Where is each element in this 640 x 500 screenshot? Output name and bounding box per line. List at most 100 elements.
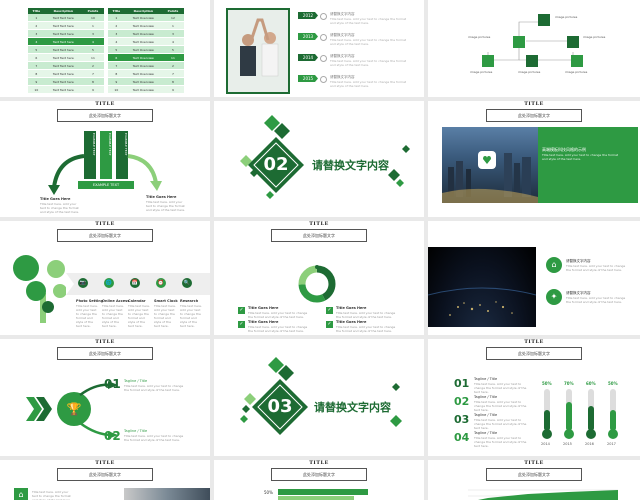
step-number-2: 02 xyxy=(104,429,121,443)
table-cell: Text Text here xyxy=(44,29,82,38)
slide-thumbnail-14[interactable]: TITLE 此处添加标题文字 50% xyxy=(214,460,424,500)
table-cell: Text Text here xyxy=(44,53,82,62)
slide-thumbnail-8[interactable]: TITLE 此处添加标题文字 ✓ Title Goes Here Title tex… xyxy=(214,221,424,335)
table-cell: 7 xyxy=(108,61,125,70)
step-desc-1: Title text here. Add your text to change… xyxy=(124,384,184,392)
thermo-percent: 50% xyxy=(608,381,618,386)
flow-label-4: image pictures xyxy=(470,70,493,74)
check-desc: Title text here. Add your text to change… xyxy=(248,325,308,333)
check-title: Title Goes Here xyxy=(336,306,367,310)
timeline-year-badge: 2012 xyxy=(298,12,318,19)
tile-text: Title text here. Add your text to change… xyxy=(32,490,72,500)
slide-thumbnail-2[interactable]: 2012 请替换文字内容 Title text here. Add your tex… xyxy=(214,0,424,97)
slide-title-word: TITLE xyxy=(524,101,544,107)
table-cell: 4 xyxy=(81,37,104,46)
handshake-photo xyxy=(124,488,210,500)
timeline-dot xyxy=(320,55,327,62)
table-row: 8 Text Overview 7 xyxy=(108,69,184,78)
table-row: 3 Text Overview 3 xyxy=(108,29,184,38)
team-highfive-photo xyxy=(228,10,288,92)
table-cell: 4 xyxy=(28,37,45,46)
slide-thumbnail-10[interactable]: TITLE 此处添加标题文字 🏆 01 02 Tagline / Title T… xyxy=(0,339,210,456)
slide-thumbnail-13[interactable]: TITLE 此处添加标题文字 ⌂ Title text here. Add yo… xyxy=(0,460,210,500)
table-cell: 3 xyxy=(81,29,104,38)
thermo-fill xyxy=(610,410,616,431)
table: Title Description Points 1 Text Overview 12 2 T… xyxy=(108,8,184,94)
table-cell: Text Text here xyxy=(44,45,82,54)
list-number: 01 xyxy=(454,377,470,390)
info-circle-2: ✦ xyxy=(546,289,562,305)
slide-title-word: TITLE xyxy=(524,460,544,466)
section-title: 请替换文字内容 xyxy=(314,401,391,414)
donut-chart xyxy=(298,265,336,303)
table-cell: 3 xyxy=(108,29,125,38)
slide-thumbnail-3[interactable]: image pictures image pictures image pict… xyxy=(428,0,640,97)
feature-desc: Title text here. Add your text to change… xyxy=(102,304,124,328)
table-row: 1 Text Text here 10 xyxy=(28,14,104,22)
table-row: 1 Text Overview 12 xyxy=(108,14,184,22)
slide-title-word: TITLE xyxy=(524,339,544,345)
table-cell: 10 xyxy=(28,85,45,94)
flow-label-6: image pictures xyxy=(565,70,588,74)
step-desc-2: Title text here. Add your text to change… xyxy=(124,434,184,442)
table-cell: 5 xyxy=(81,45,104,54)
table-cell: 8 xyxy=(81,77,104,86)
thermo-fill xyxy=(566,401,572,431)
table-row: 7 Text Text here 2 xyxy=(28,61,104,70)
thermo-fill xyxy=(588,405,594,431)
table-cell: 3 xyxy=(161,29,184,38)
timeline-item-desc: Title text here. Add your text to change… xyxy=(330,38,407,46)
bar-top xyxy=(278,489,368,495)
slide-thumbnail-11[interactable]: 03 请替换文字内容 xyxy=(214,339,424,456)
slide-title-box: 此处添加标题文字 xyxy=(271,229,367,242)
table-row: 9 Text Overview 8 xyxy=(108,77,184,86)
table-cell: 9 xyxy=(81,85,104,94)
step-title-1: Tagline / Title xyxy=(124,379,148,383)
check-desc: Title text here. Add your text to change… xyxy=(248,311,308,319)
timeline-item-desc: Title text here. Add your text to change… xyxy=(330,80,407,88)
check-icon: ✓ xyxy=(238,321,245,328)
feature-icon: 📷 xyxy=(78,278,88,288)
feature-desc: Title text here. Add your text to change… xyxy=(128,304,150,328)
table-row: 2 Text Overview 1 xyxy=(108,21,184,30)
table-cell: Text Overview xyxy=(124,69,162,78)
slide-thumbnail-9[interactable]: ⌂ 请替换文字内容 Title text here. Add your text… xyxy=(428,221,640,335)
table-row: 5 Text Overview 5 xyxy=(108,45,184,54)
data-table-left: Title Description Points 1 Text Text here 10 2… xyxy=(28,8,104,94)
check-title: Title Goes Here xyxy=(248,306,279,310)
section-number: 03 xyxy=(267,396,293,417)
table-row: 6 Text Text here 11 xyxy=(28,53,104,62)
slide-thumbnail-15[interactable]: TITLE 此处添加标题文字 xyxy=(428,460,640,500)
list-desc: Title text here. Add your text to change… xyxy=(474,400,527,412)
slide-thumbnail-12[interactable]: TITLE 此处添加标题文字 01 Tagline / Title Title te… xyxy=(428,339,640,456)
table-cell: Text Text here xyxy=(44,69,82,78)
list-desc: Title text here. Add your text to change… xyxy=(474,418,527,430)
table-cell: Text Text here xyxy=(44,85,82,94)
table-cell: 1 xyxy=(28,14,45,22)
table-cell: 1 xyxy=(108,14,125,22)
heart-icon xyxy=(483,156,491,164)
table-row: 4 Text Overview 4 xyxy=(108,37,184,46)
check-desc: Title text here. Add your text to change… xyxy=(336,311,396,319)
slide-thumbnail-6[interactable]: TITLE 此处添加标题文字 高端模板科技风格的示例 Title text he… xyxy=(428,101,640,217)
timeline-year-badge: 2014 xyxy=(298,54,318,61)
flow-label-2: image pictures xyxy=(468,35,491,39)
table: Title Description Points 1 Text Text here 10 2… xyxy=(28,8,104,94)
table-cell: 2 xyxy=(81,61,104,70)
slide-thumbnail-1[interactable]: Title Description Points 1 Text Text here 10 2… xyxy=(0,0,210,97)
table-cell: 5 xyxy=(28,45,45,54)
list-number: 02 xyxy=(454,395,470,408)
slide-thumbnail-5[interactable]: 02 请替换文字内容 xyxy=(214,101,424,217)
slide-thumbnail-4[interactable]: TITLE 此处添加标题文字 EXAMPLE TEXT EXAMPLE TEXT… xyxy=(0,101,210,217)
list-number: 04 xyxy=(454,431,470,444)
section-diamonds xyxy=(240,357,402,435)
list-desc: Title text here. Add your text to change… xyxy=(474,382,527,394)
flow-label-5: image pictures xyxy=(518,70,541,74)
list-number: 03 xyxy=(454,413,470,426)
thermo-year: 2015 xyxy=(563,442,572,446)
thermo-percent: 70% xyxy=(564,381,574,386)
icon-tile: ⌂ xyxy=(14,488,28,500)
table-cell: 12 xyxy=(161,14,184,22)
slide-thumbnail-7[interactable]: TITLE 此处添加标题文字 📷 Photo Setting Title text … xyxy=(0,221,210,335)
flow-node-top xyxy=(538,14,550,26)
